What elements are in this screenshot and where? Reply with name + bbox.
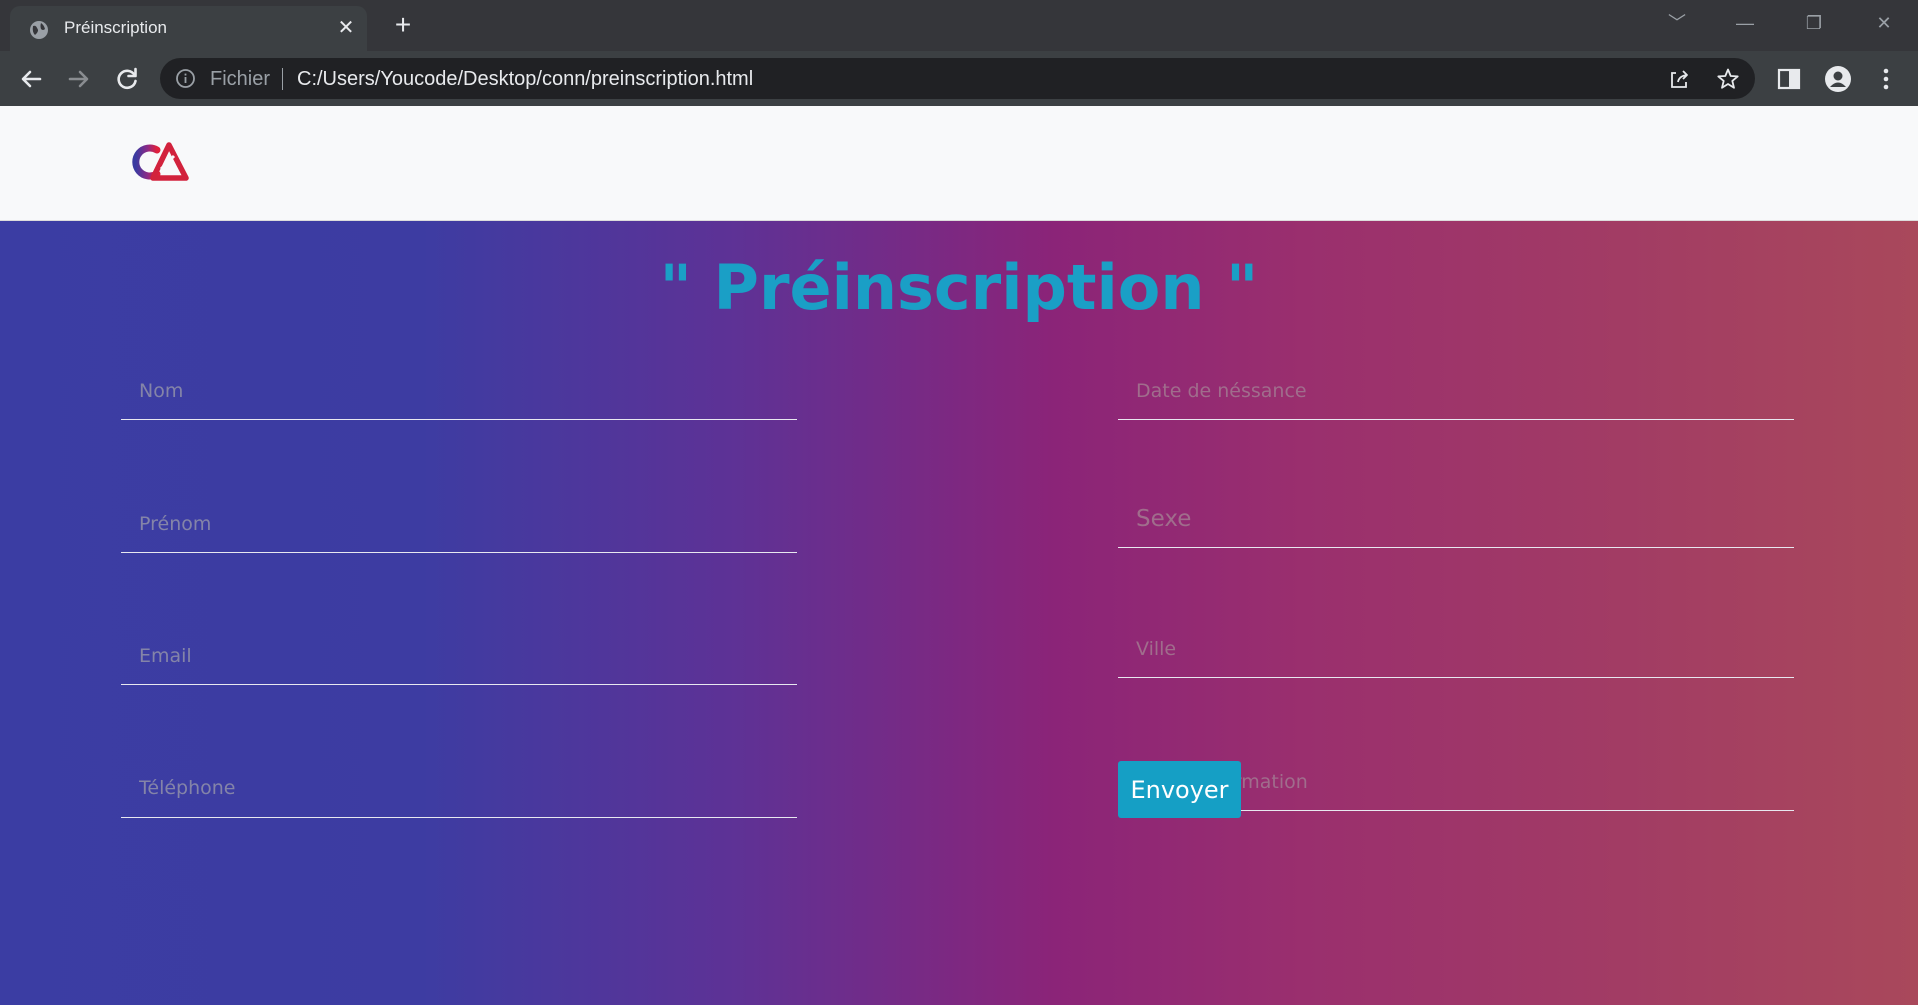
address-bar[interactable]: Fichier C:/Users/Youcode/Desktop/conn/pr… [160, 58, 1755, 99]
prenom-field[interactable] [121, 495, 797, 553]
reload-icon[interactable] [110, 62, 144, 96]
logo[interactable] [128, 138, 190, 186]
back-icon[interactable] [14, 62, 48, 96]
ville-field[interactable] [1118, 620, 1794, 678]
browser-toolbar: Fichier C:/Users/Youcode/Desktop/conn/pr… [0, 51, 1918, 106]
tab-title: Préinscription [64, 18, 167, 37]
web-page: " Préinscription " Envoyer [0, 106, 1918, 1005]
page-title: " Préinscription " [659, 251, 1259, 324]
registration-section: " Préinscription " Envoyer [0, 221, 1918, 1005]
share-icon[interactable] [1667, 67, 1691, 91]
forward-icon[interactable] [62, 62, 96, 96]
telephone-field[interactable] [121, 759, 797, 818]
sexe-field[interactable] [1118, 491, 1794, 548]
site-navbar [0, 106, 1918, 221]
url-text[interactable]: C:/Users/Youcode/Desktop/conn/preinscrip… [297, 68, 753, 91]
email-input[interactable] [121, 627, 797, 684]
close-icon[interactable]: ✕ [334, 16, 358, 40]
tab-search-icon[interactable]: ﹀ [1655, 8, 1699, 38]
menu-icon[interactable] [1872, 65, 1900, 93]
window-close-icon[interactable]: ✕ [1862, 8, 1906, 38]
date-naissance-field[interactable] [1118, 362, 1794, 420]
url-scheme: Fichier [210, 68, 271, 90]
star-icon[interactable] [1716, 67, 1740, 91]
sexe-input[interactable] [1118, 491, 1794, 547]
nom-input[interactable] [121, 362, 797, 419]
info-icon[interactable] [175, 68, 196, 89]
ville-input[interactable] [1118, 620, 1794, 677]
restore-icon[interactable]: ❐ [1792, 8, 1836, 38]
prenom-input[interactable] [121, 495, 797, 552]
sidepanel-icon[interactable] [1775, 65, 1803, 93]
date-naissance-input[interactable] [1118, 362, 1794, 419]
nom-field[interactable] [121, 362, 797, 420]
url-separator [282, 68, 283, 90]
telephone-input[interactable] [121, 759, 797, 817]
email-field[interactable] [121, 627, 797, 685]
minimize-icon[interactable]: — [1723, 8, 1767, 38]
submit-button[interactable]: Envoyer [1118, 761, 1241, 818]
plus-icon[interactable]: + [387, 10, 419, 42]
profile-icon[interactable] [1824, 65, 1852, 93]
browser-tab[interactable]: Préinscription ✕ [10, 6, 367, 51]
globe-icon [30, 21, 48, 39]
tab-strip: Préinscription ✕ + ﹀ — ❐ ✕ [0, 0, 1918, 51]
